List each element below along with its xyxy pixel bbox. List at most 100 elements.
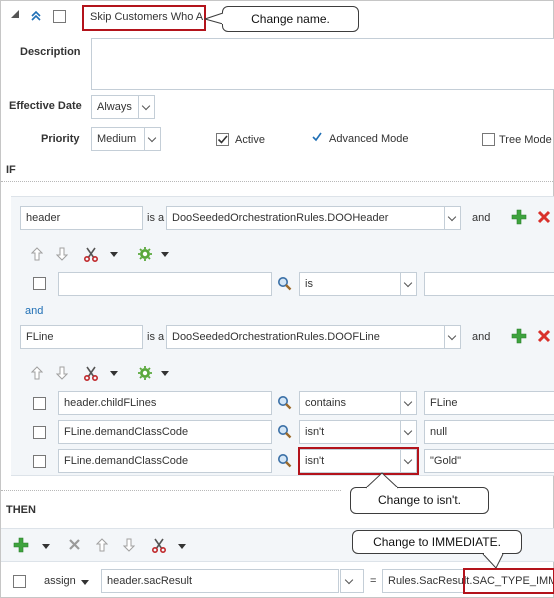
gear-menu-caret-icon[interactable] <box>161 371 169 376</box>
add-icon[interactable] <box>511 328 527 347</box>
condition-operator-value: contains <box>305 397 346 409</box>
cut-menu-caret-icon[interactable] <box>178 544 186 549</box>
gear-menu-caret-icon[interactable] <box>161 252 169 257</box>
gear-icon[interactable] <box>137 246 153 265</box>
gear-icon[interactable] <box>137 365 153 384</box>
and-connector-link[interactable]: and <box>25 305 43 317</box>
condition-checkbox[interactable] <box>33 397 46 410</box>
callout-change-to-isnt-text: Change to isn't. <box>377 493 461 507</box>
action-type-caret-icon[interactable] <box>81 580 89 585</box>
advanced-mode-toggle[interactable]: Advanced Mode <box>329 133 409 145</box>
condition-right-input[interactable]: null <box>424 420 554 444</box>
callout-change-name: Change name. <box>222 6 359 32</box>
then-divider <box>1 490 341 491</box>
if-divider <box>1 181 554 182</box>
condition-operator-value: isn't <box>305 426 325 438</box>
callout-change-to-isnt-pointer <box>365 472 399 489</box>
equals-label: = <box>370 575 377 587</box>
rule-select-checkbox[interactable] <box>53 10 66 23</box>
condition-operator-select[interactable]: isn't <box>299 420 417 444</box>
delete-icon[interactable] <box>537 210 551 227</box>
condition-checkbox[interactable] <box>33 455 46 468</box>
chevron-down-icon <box>144 128 160 150</box>
fline-type-value: DooSeededOrchestrationRules.DOOFLine <box>172 331 380 343</box>
description-textarea[interactable] <box>91 38 554 90</box>
condition-checkbox[interactable] <box>33 277 46 290</box>
condition-left-input[interactable]: header.childFLines <box>58 391 272 415</box>
collapse-triangle-icon[interactable] <box>11 10 19 18</box>
and-label: and <box>472 331 491 343</box>
condition-left-input[interactable]: FLine.demandClassCode <box>58 420 272 444</box>
move-down-icon[interactable] <box>122 538 136 555</box>
effective-date-label: Effective Date <box>9 100 82 112</box>
chevron-down-icon <box>444 207 460 229</box>
cut-icon[interactable] <box>83 365 99 384</box>
add-icon[interactable] <box>13 537 29 556</box>
chevron-down-icon <box>400 273 416 295</box>
condition-left-input[interactable] <box>58 272 272 296</box>
callout-change-to-immediate-text: Change to IMMEDIATE. <box>373 535 501 549</box>
is-a-label: is a <box>147 331 165 343</box>
cut-menu-caret-icon[interactable] <box>110 371 118 376</box>
tree-mode-checkbox[interactable] <box>482 133 495 146</box>
description-label: Description <box>20 46 81 58</box>
tree-mode-label: Tree Mode <box>499 134 552 146</box>
add-menu-caret-icon[interactable] <box>42 544 50 549</box>
action-type-menu[interactable]: assign <box>44 575 76 587</box>
search-icon[interactable] <box>277 424 292 442</box>
priority-value: Medium <box>97 133 137 145</box>
priority-label: Priority <box>41 133 80 145</box>
move-up-icon[interactable] <box>95 538 109 555</box>
if-section-label: IF <box>6 164 16 176</box>
move-top-icon[interactable] <box>31 10 41 22</box>
cut-icon[interactable] <box>151 537 167 556</box>
effective-date-select[interactable]: Always <box>91 95 155 119</box>
move-down-icon[interactable] <box>55 366 69 383</box>
header-variable-input[interactable]: header <box>20 206 143 230</box>
callout-change-to-immediate: Change to IMMEDIATE. <box>352 530 522 554</box>
assign-target-dropdown[interactable] <box>340 569 364 593</box>
callout-change-name-text: Change name. <box>251 12 330 26</box>
condition-operator-select[interactable]: is <box>299 272 417 296</box>
chevron-down-icon <box>400 392 416 414</box>
condition-operator-select[interactable]: contains <box>299 391 417 415</box>
condition-left-input[interactable]: FLine.demandClassCode <box>58 449 272 473</box>
callout-change-to-isnt: Change to isn't. <box>350 487 489 514</box>
callout-change-to-immediate-pointer <box>482 553 504 569</box>
header-type-value: DooSeededOrchestrationRules.DOOHeader <box>172 212 389 224</box>
assign-value-prefix: Rules.SacResult. <box>388 575 473 587</box>
delete-icon[interactable] <box>537 329 551 346</box>
condition-right-input[interactable]: "Gold" <box>424 449 554 473</box>
cut-menu-caret-icon[interactable] <box>110 252 118 257</box>
condition-right-input[interactable]: FLine <box>424 391 554 415</box>
condition-right-input[interactable] <box>424 272 554 296</box>
action-checkbox[interactable] <box>13 575 26 588</box>
fline-variable-input[interactable]: FLine <box>20 325 143 349</box>
condition-checkbox[interactable] <box>33 426 46 439</box>
callout-change-name-pointer <box>204 12 224 25</box>
cut-icon[interactable] <box>83 246 99 265</box>
rule-editor: Skip Customers Who Ar Change name. Descr… <box>0 0 554 598</box>
chevron-down-icon <box>138 96 154 118</box>
add-icon[interactable] <box>511 209 527 228</box>
effective-date-value: Always <box>97 101 132 113</box>
search-icon[interactable] <box>277 453 292 471</box>
fline-type-select[interactable]: DooSeededOrchestrationRules.DOOFLine <box>166 325 461 349</box>
priority-select[interactable]: Medium <box>91 127 161 151</box>
condition-operator-value: is <box>305 278 313 290</box>
chevron-down-icon <box>444 326 460 348</box>
header-type-select[interactable]: DooSeededOrchestrationRules.DOOHeader <box>166 206 461 230</box>
and-label: and <box>472 212 491 224</box>
move-down-icon[interactable] <box>55 247 69 264</box>
move-up-icon[interactable] <box>30 366 44 383</box>
active-label: Active <box>235 134 265 146</box>
search-icon[interactable] <box>277 276 292 294</box>
operator-highlight <box>298 447 419 475</box>
move-up-icon[interactable] <box>30 247 44 264</box>
close-icon[interactable] <box>68 538 81 554</box>
assign-target-input[interactable]: header.sacResult <box>101 569 339 593</box>
then-section-label: THEN <box>6 504 36 516</box>
active-checkbox[interactable] <box>216 133 229 146</box>
search-icon[interactable] <box>277 395 292 413</box>
assign-value-highlight <box>463 568 554 594</box>
